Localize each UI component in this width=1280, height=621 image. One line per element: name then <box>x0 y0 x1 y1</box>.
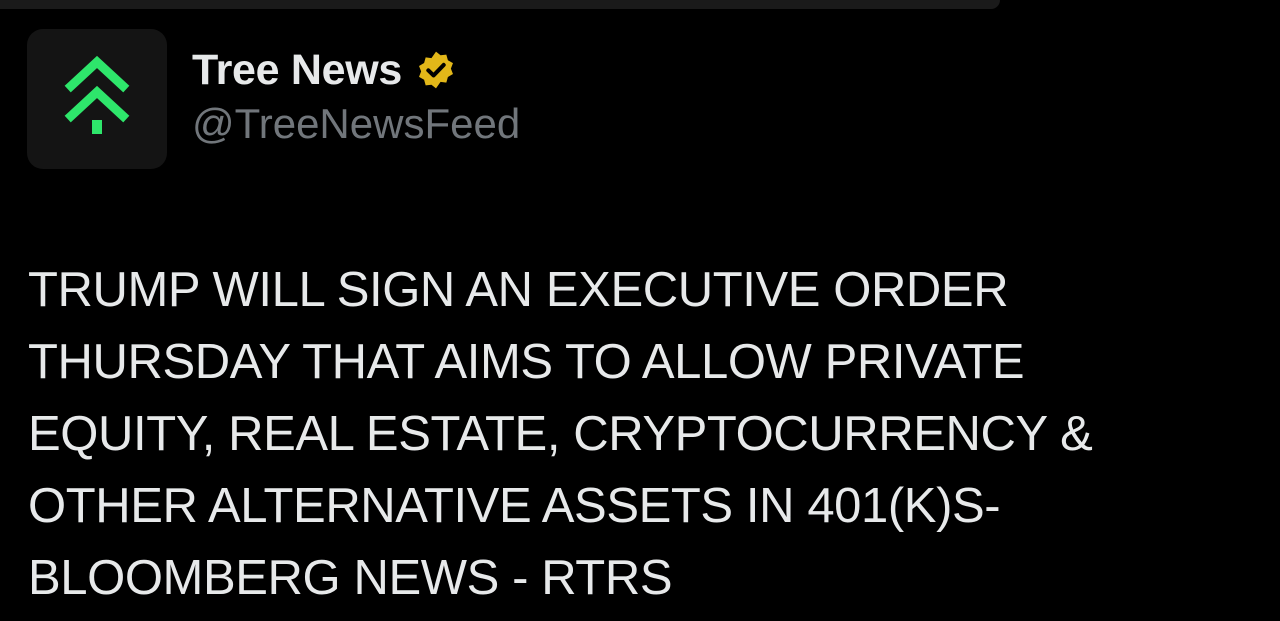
tweet-text-line: EQUITY, REAL ESTATE, CRYPTOCURRENCY & <box>28 407 1093 461</box>
tree-news-logo-icon <box>64 55 130 134</box>
tweet-card[interactable]: Tree News @TreeNewsFeed TRUMP WILL SIGN … <box>0 0 1280 621</box>
tweet-text-line: BLOOMBERG NEWS - RTRS <box>28 551 673 605</box>
author-name-row: Tree News <box>192 44 520 96</box>
avatar[interactable] <box>27 29 167 169</box>
tweet-text-line: THURSDAY THAT AIMS TO ALLOW PRIVATE <box>28 335 1025 389</box>
tweet-text-line: OTHER ALTERNATIVE ASSETS IN 401(K)S- <box>28 479 1001 533</box>
verified-badge-icon[interactable] <box>414 48 458 92</box>
author-display-name[interactable]: Tree News <box>192 46 402 95</box>
author-handle[interactable]: @TreeNewsFeed <box>192 100 520 148</box>
tweet-author: Tree News @TreeNewsFeed <box>192 44 520 148</box>
tweet-text-line: TRUMP WILL SIGN AN EXECUTIVE ORDER <box>28 263 1009 317</box>
tweet-text: TRUMP WILL SIGN AN EXECUTIVE ORDER THURS… <box>28 254 1248 614</box>
